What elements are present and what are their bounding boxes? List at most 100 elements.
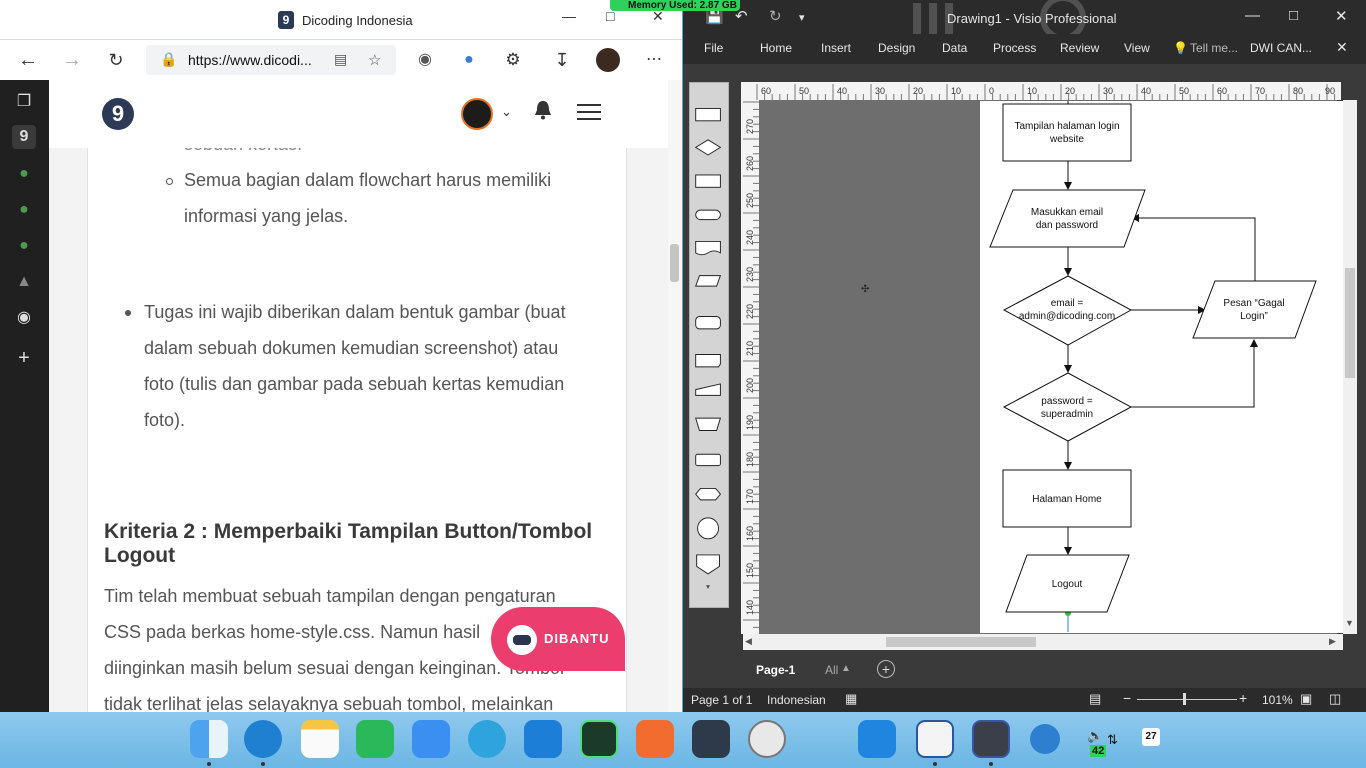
ruler-v-label: 210 [745, 341, 755, 356]
calendar-icon[interactable]: 27 [1142, 728, 1160, 746]
chrome-icon[interactable] [1030, 724, 1060, 754]
more-icon[interactable]: ⋯ [642, 48, 666, 72]
scroll-right-arrow-icon[interactable]: ▶ [1329, 636, 1336, 647]
zoom-out-icon[interactable]: − [1123, 690, 1131, 706]
visio-icon[interactable] [972, 720, 1010, 758]
page-count[interactable]: Page 1 of 1 [691, 693, 752, 707]
ruler-h-label: 30 [1103, 86, 1113, 96]
wifi-icon[interactable]: ⇅ [1107, 732, 1118, 748]
volume-icon[interactable]: 🔈 [1087, 728, 1103, 744]
bullet-line-4: foto). [144, 410, 186, 430]
tab-title[interactable]: Dicoding Indonesia [302, 13, 413, 28]
ruler-v-label: 220 [745, 304, 755, 319]
extension-2-icon[interactable]: ● [457, 48, 481, 72]
forward-icon[interactable]: → [60, 48, 84, 72]
drawing-page[interactable] [980, 101, 1343, 633]
language[interactable]: Indonesian [767, 693, 826, 707]
stencil-connector [697, 517, 719, 540]
h-scroll-thumb[interactable] [886, 637, 1036, 647]
extensions-icon[interactable]: ⚙ [501, 48, 525, 72]
battery-level[interactable]: 42 [1090, 745, 1107, 757]
notes-icon[interactable] [301, 720, 339, 758]
visio-close-icon[interactable]: ✕ [1335, 7, 1348, 25]
chevron-down-icon[interactable]: ⌄ [501, 104, 512, 120]
visio-minimize-icon[interactable]: — [1245, 7, 1260, 24]
all-pages-tab[interactable]: All [825, 663, 838, 677]
facetime-icon[interactable] [356, 720, 394, 758]
new-tab-icon[interactable]: + [12, 346, 36, 370]
dicoding-tab-icon[interactable]: 9 [12, 125, 36, 149]
word-icon[interactable] [916, 720, 954, 758]
fit-page-icon[interactable]: ▣ [1300, 691, 1312, 707]
presentation-mode-icon[interactable]: ▤ [1089, 691, 1101, 707]
user-name[interactable]: DWI CAN... [1250, 41, 1312, 55]
finder-icon[interactable] [190, 720, 228, 758]
ribbon-tab-data[interactable]: Data [942, 41, 967, 55]
ruler-h-label: 10 [1027, 86, 1037, 96]
tab-4-icon[interactable]: ● [12, 234, 36, 258]
tell-me-box[interactable]: Tell me... [1190, 41, 1238, 55]
ribbon-tab-view[interactable]: View [1124, 41, 1150, 55]
visio-maximize-icon[interactable]: □ [1289, 7, 1298, 24]
cloud-icon[interactable] [524, 720, 562, 758]
minimize-icon[interactable]: — [562, 8, 576, 24]
downloads-icon[interactable]: ↧ [550, 48, 574, 72]
refresh-icon[interactable]: ↻ [104, 48, 128, 72]
address-bar[interactable]: 🔒 https://www.dicodi... ▤ ☆ [146, 45, 396, 75]
page-scrollbar[interactable] [668, 80, 682, 712]
ribbon-tab-insert[interactable]: Insert [821, 41, 851, 55]
github-icon[interactable]: ◉ [12, 306, 36, 330]
ribbon-tab-design[interactable]: Design [878, 41, 915, 55]
immersive-reader-icon[interactable]: ▤ [334, 51, 347, 68]
tab-2-icon[interactable]: ● [12, 162, 36, 186]
ruler-v-label: 200 [745, 378, 755, 393]
add-page-icon[interactable]: + [877, 660, 895, 678]
user-avatar[interactable] [461, 98, 493, 130]
zoom-slider-thumb[interactable] [1183, 693, 1186, 705]
close-ribbon-icon[interactable]: ✕ [1336, 39, 1348, 56]
dock: 🔈 42 ⇅ 27 [0, 712, 1366, 768]
status-bar: Page 1 of 1 Indonesian ▦ ▤ − + 101% ▣ ◫ [683, 688, 1366, 712]
ruler-v-label: 150 [745, 563, 755, 578]
back-icon[interactable]: ← [16, 48, 40, 72]
scroll-left-arrow-icon[interactable]: ◀ [745, 636, 752, 647]
telegram-icon[interactable] [468, 720, 506, 758]
extension-1-icon[interactable]: ◉ [413, 48, 437, 72]
scroll-down-icon[interactable]: ▾ [706, 582, 710, 591]
ribbon-tab-review[interactable]: Review [1060, 41, 1099, 55]
profile-avatar[interactable] [596, 48, 620, 72]
customize-toolbar-icon[interactable]: ▾ [799, 11, 805, 24]
tab-3-icon[interactable]: ● [12, 198, 36, 222]
url-text[interactable]: https://www.dicodi... [188, 52, 312, 68]
help-button[interactable]: DIBANTU [491, 607, 625, 671]
tab-5-icon[interactable]: ▲ [12, 270, 36, 294]
macro-icon[interactable]: ▦ [845, 691, 857, 707]
scroll-thumb[interactable] [670, 244, 679, 282]
mail-icon[interactable] [412, 720, 450, 758]
bell-icon[interactable] [534, 100, 552, 120]
zoom-in-icon[interactable]: + [1239, 690, 1247, 706]
scroll-down-arrow-icon[interactable]: ▼ [1345, 618, 1354, 628]
tab-actions-icon[interactable]: ❐ [12, 90, 36, 114]
clock-icon[interactable] [748, 720, 786, 758]
ribbon-tab-file[interactable]: File [704, 41, 723, 55]
vscode-icon[interactable] [858, 720, 896, 758]
storage-icon[interactable] [692, 720, 730, 758]
zoom-level[interactable]: 101% [1262, 693, 1293, 707]
v-scroll-thumb[interactable] [1345, 268, 1355, 378]
canvas-horizontal-scrollbar[interactable]: ◀ ▶ [743, 634, 1343, 650]
ribbon-tab-process[interactable]: Process [993, 41, 1036, 55]
all-pages-caret-icon[interactable]: ▲ [841, 663, 851, 674]
add-favorite-icon[interactable]: ☆ [368, 51, 381, 69]
page-tab[interactable]: Page-1 [756, 663, 795, 677]
redo-icon[interactable]: ↻ [769, 7, 782, 25]
dicoding-logo[interactable]: 9 [102, 98, 134, 130]
menu-icon[interactable] [577, 104, 601, 122]
zoom-slider[interactable] [1137, 699, 1237, 700]
android-studio-icon[interactable] [580, 720, 618, 758]
switch-windows-icon[interactable]: ◫ [1329, 691, 1341, 707]
edge-icon[interactable] [244, 720, 282, 758]
sketchbook-icon[interactable] [636, 720, 674, 758]
canvas-vertical-scrollbar[interactable]: ▼ [1343, 100, 1357, 634]
ribbon-tab-home[interactable]: Home [760, 41, 792, 55]
